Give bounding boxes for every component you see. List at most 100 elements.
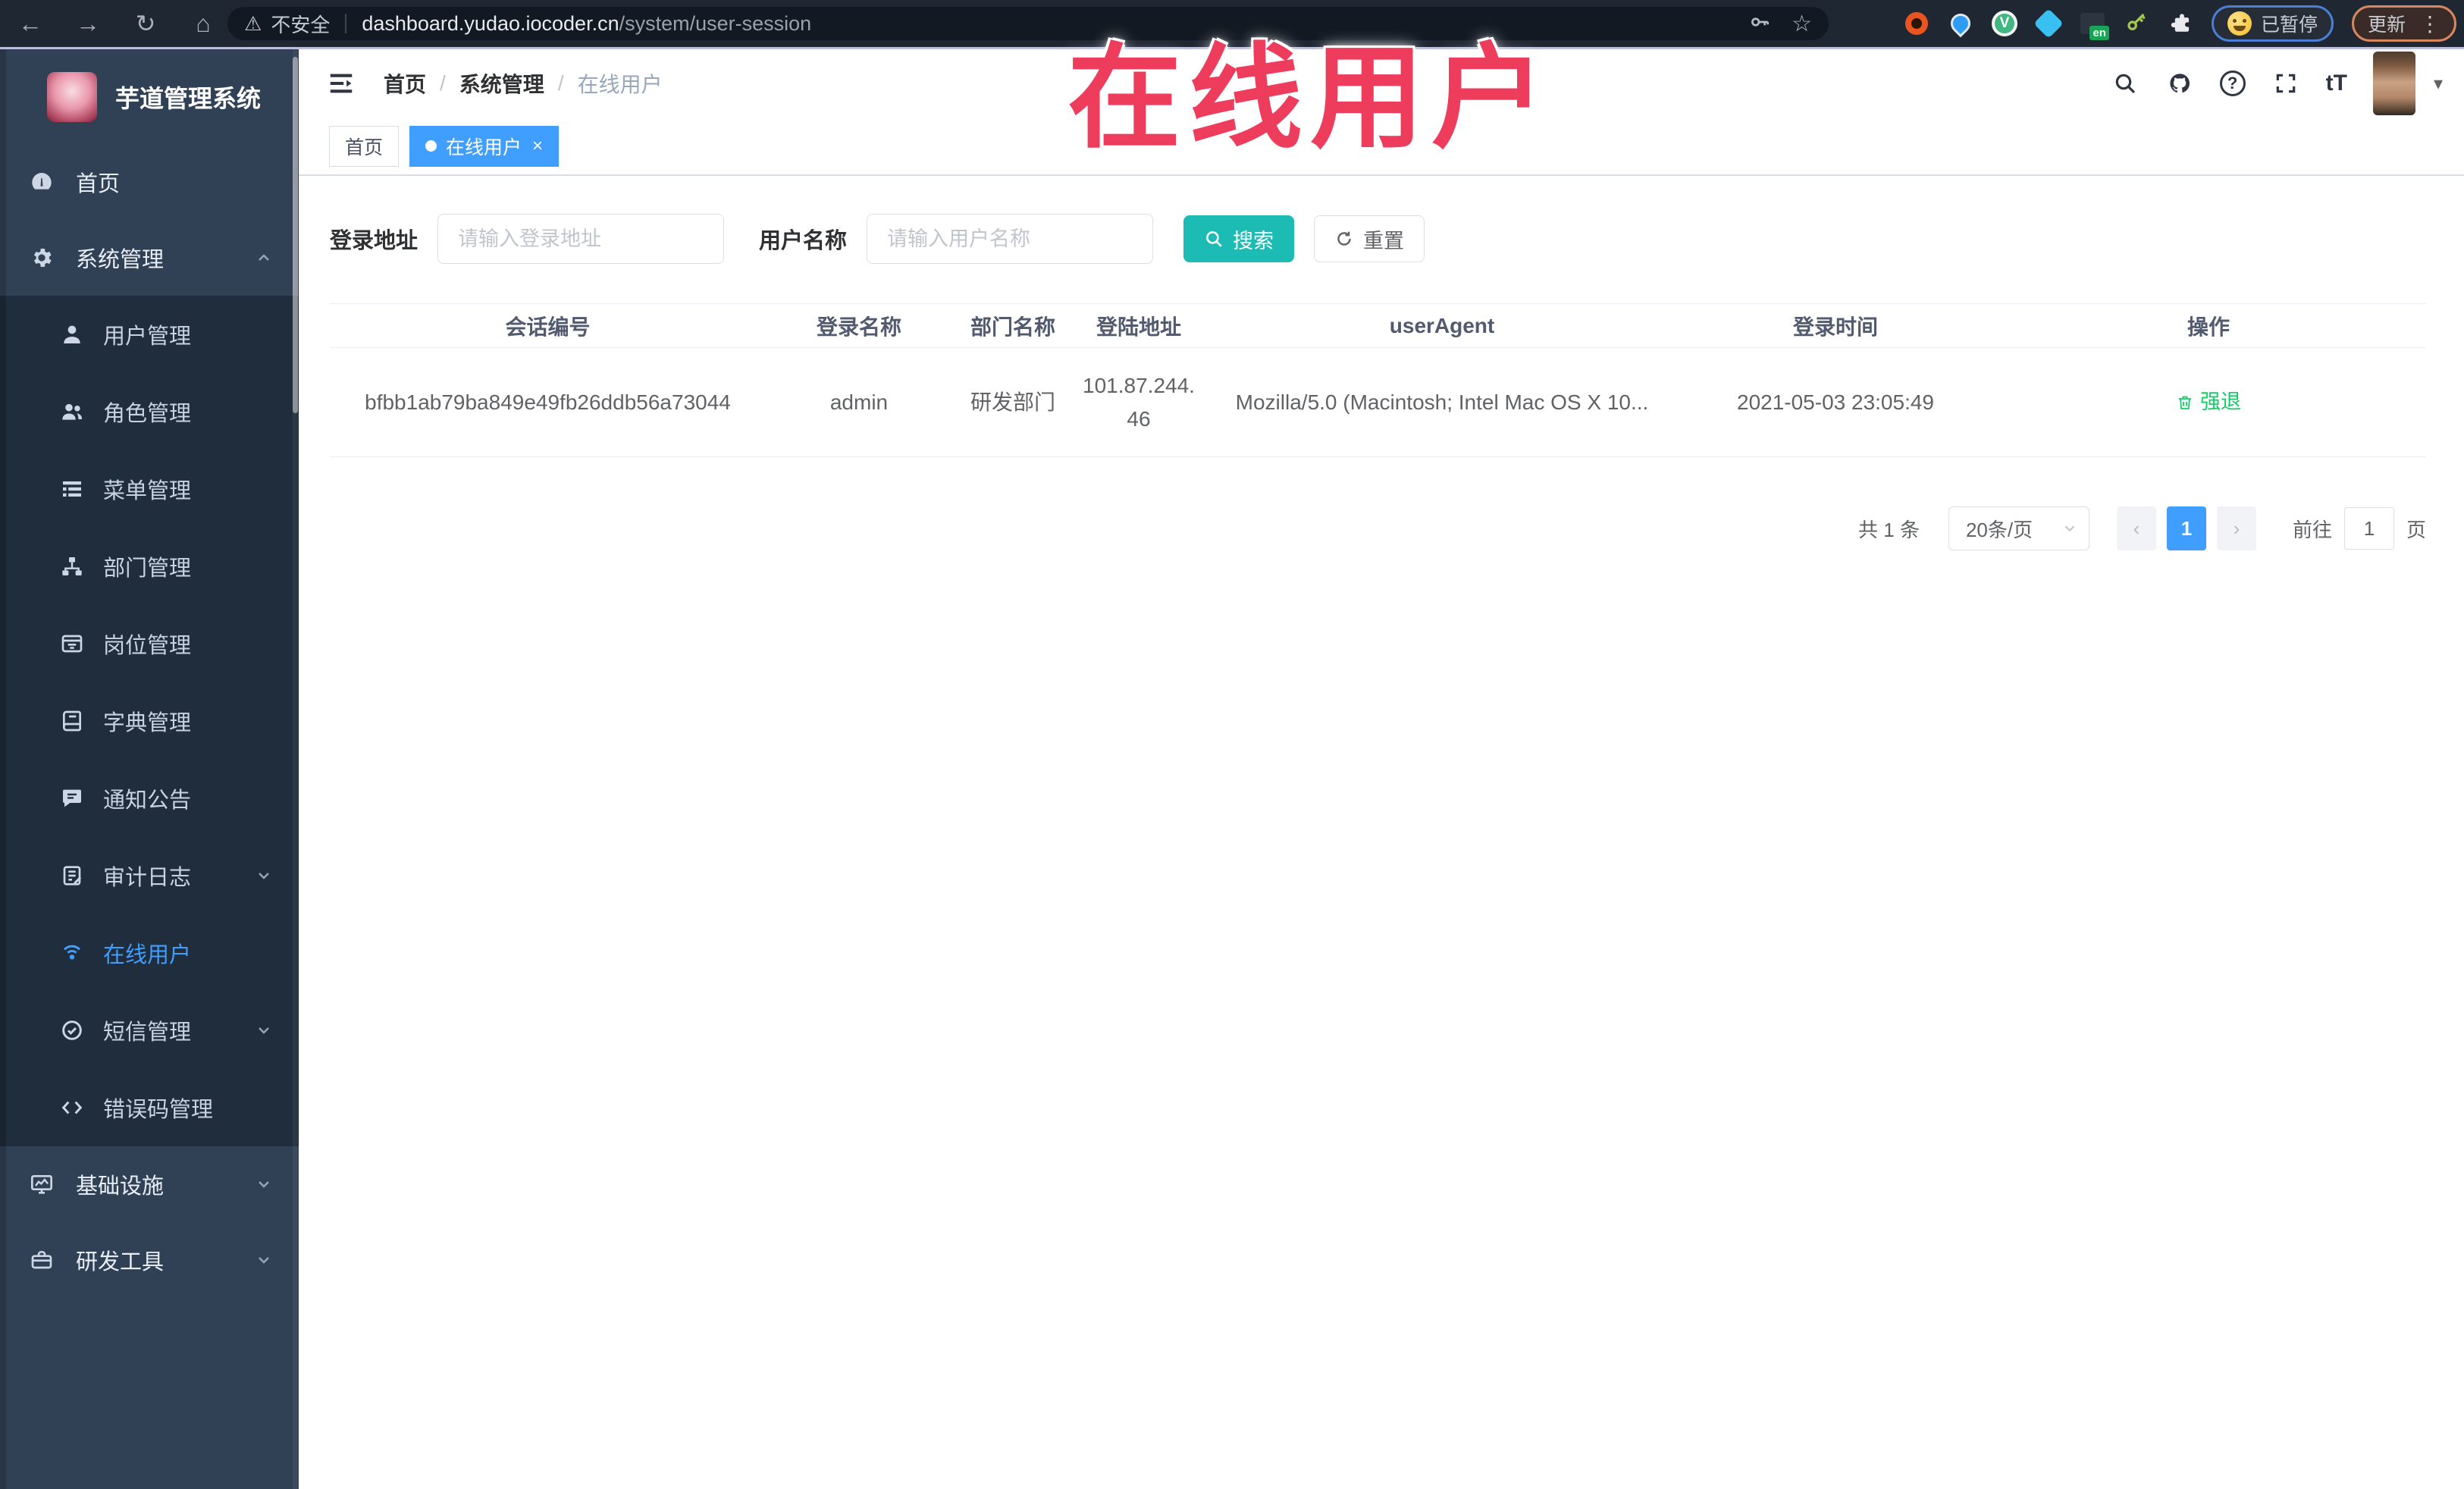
goto-page-input[interactable] [2343, 507, 2394, 550]
address-input[interactable] [437, 214, 725, 264]
forward-icon[interactable]: → [70, 5, 106, 42]
message-icon [59, 785, 85, 811]
active-dot-icon [425, 140, 437, 152]
caret-down-icon[interactable]: ▾ [2434, 73, 2443, 95]
sidebar-item-role-mgmt[interactable]: 角色管理 [0, 373, 299, 450]
breadcrumb-system[interactable]: 系统管理 [459, 68, 544, 99]
vue-devtools-icon[interactable]: V [1991, 11, 2017, 36]
sidebar-item-dept-mgmt[interactable]: 部门管理 [0, 528, 299, 605]
address-bar[interactable]: ⚠ 不安全 dashboard.yudao.iocoder.cn/system/… [227, 7, 1829, 40]
sidebar-item-menu-mgmt[interactable]: 菜单管理 [0, 450, 299, 528]
table-header-row: 会话编号 登录名称 部门名称 登陆地址 userAgent 登录时间 操作 [330, 304, 2426, 348]
username-input[interactable] [867, 214, 1154, 264]
tab-home[interactable]: 首页 [329, 125, 400, 167]
profile-paused-badge[interactable]: 已暂停 [2211, 5, 2334, 42]
help-icon[interactable]: ? [2219, 71, 2246, 96]
sidebar-scrollbar-thumb[interactable] [293, 57, 298, 413]
cell-login-time: 2021-05-03 23:05:49 [1737, 390, 1934, 414]
sms-check-icon [59, 1017, 85, 1043]
page-1-button[interactable]: 1 [2166, 506, 2206, 550]
sidebar-item-audit-log[interactable]: 审计日志 [0, 837, 299, 914]
search-button[interactable]: 搜索 [1183, 215, 1295, 262]
sidebar-item-system[interactable]: 系统管理 [0, 220, 299, 296]
home-icon[interactable]: ⌂ [185, 5, 221, 42]
app-logo [47, 71, 97, 122]
cell-username: admin [829, 390, 889, 414]
cell-user-agent: Mozilla/5.0 (Macintosh; Intel Mac OS X 1… [1235, 390, 1649, 414]
users-icon [59, 399, 85, 425]
sidebar-item-infrastructure[interactable]: 基础设施 [0, 1146, 299, 1222]
book-icon [59, 708, 85, 734]
filter-bar: 登录地址 用户名称 搜索 重置 [330, 214, 1425, 264]
security-label[interactable]: 不安全 [271, 10, 330, 38]
dashboard-icon [29, 169, 55, 195]
font-size-icon[interactable]: tT [2326, 71, 2347, 96]
password-key-icon[interactable] [1748, 10, 1772, 38]
page-size-select[interactable]: 20条/页 [1948, 506, 2089, 550]
menu-dots-icon[interactable]: ⋮ [2419, 11, 2440, 36]
col-ip: 登陆地址 [1096, 315, 1181, 339]
sidebar-item-notice[interactable]: 通知公告 [0, 760, 299, 837]
avatar[interactable] [2372, 52, 2415, 115]
clipboard-log-icon [59, 863, 85, 889]
url-path: /system/user-session [619, 11, 812, 35]
extension-gem-icon[interactable] [2033, 8, 2064, 39]
sidebar-item-online-users[interactable]: 在线用户 [0, 914, 299, 992]
prev-page-button[interactable]: ‹ [2116, 506, 2156, 550]
reload-icon[interactable]: ↻ [127, 5, 164, 42]
cell-session-id: bfbb1ab79ba849e49fb26ddb56a73044 [365, 390, 731, 414]
tab-online-users[interactable]: 在线用户 × [409, 125, 560, 167]
pagination: 共 1 条 20条/页 ‹ 1 › 前往 页 [1858, 506, 2426, 550]
chevron-down-icon [2061, 520, 2078, 537]
sidebar-item-post-mgmt[interactable]: 岗位管理 [0, 605, 299, 682]
breadcrumb-home[interactable]: 首页 [384, 68, 426, 99]
col-user-agent: userAgent [1389, 313, 1495, 337]
bookmark-star-icon[interactable]: ☆ [1792, 11, 1812, 37]
sidebar: 芋道管理系统 首页 系统管理 用户管理 角色管理 菜单管理 部门管理 岗位管理 … [0, 49, 299, 1489]
translator-extension-icon[interactable]: en [2080, 11, 2109, 40]
sidebar-item-home[interactable]: 首页 [0, 144, 299, 220]
github-icon[interactable] [2165, 69, 2194, 98]
warning-icon: ⚠ [244, 11, 262, 35]
next-page-button[interactable]: › [2216, 506, 2256, 550]
emoji-avatar [2227, 11, 2252, 36]
cell-dept: 研发部门 [970, 390, 1055, 414]
extension-pin-icon[interactable] [1946, 9, 1975, 38]
online-icon [59, 940, 85, 966]
code-icon [59, 1095, 85, 1121]
chevron-up-icon [255, 249, 273, 267]
extensions-puzzle-icon[interactable] [2168, 11, 2193, 36]
url-host: dashboard.yudao.iocoder.cn [362, 11, 619, 35]
cell-ip: 101.87.244.46 [1083, 374, 1195, 431]
table-row: bfbb1ab79ba849e49fb26ddb56a73044 admin 研… [330, 348, 2426, 457]
key-extension-icon[interactable] [2124, 11, 2149, 36]
col-session-id: 会话编号 [505, 315, 591, 339]
sidebar-item-dev-tools[interactable]: 研发工具 [0, 1222, 299, 1298]
back-icon[interactable]: ← [12, 5, 49, 42]
page-unit-label: 页 [2406, 518, 2426, 541]
breadcrumb-separator: / [557, 71, 564, 95]
app-logo-row[interactable]: 芋道管理系统 [0, 49, 299, 144]
chevron-down-icon [255, 1021, 273, 1039]
extension-orange-icon[interactable] [1904, 11, 1930, 36]
close-icon[interactable]: × [532, 136, 543, 157]
fullscreen-icon[interactable] [2271, 69, 2300, 98]
cell-actions: 强退 [1991, 348, 2426, 456]
search-icon[interactable] [2111, 69, 2140, 98]
sidebar-item-user-mgmt[interactable]: 用户管理 [0, 296, 299, 373]
hamburger-icon[interactable] [326, 69, 356, 98]
col-actions: 操作 [2187, 315, 2230, 339]
sidebar-item-sms-mgmt[interactable]: 短信管理 [0, 992, 299, 1069]
user-icon [59, 321, 85, 347]
system-submenu: 用户管理 角色管理 菜单管理 部门管理 岗位管理 字典管理 通知公告 审计日志 … [0, 296, 299, 1146]
col-login-time: 登录时间 [1792, 315, 1878, 339]
gear-icon [29, 245, 55, 271]
divider [345, 14, 347, 33]
chrome-update-button[interactable]: 更新 ⋮ [2351, 5, 2456, 42]
sidebar-item-error-code[interactable]: 错误码管理 [0, 1069, 299, 1146]
org-tree-icon [59, 553, 85, 579]
reset-button[interactable]: 重置 [1314, 215, 1425, 262]
annotation-overlay-text: 在线用户 [1067, 34, 1553, 161]
force-logout-button[interactable]: 强退 [2176, 387, 2241, 418]
sidebar-item-dict-mgmt[interactable]: 字典管理 [0, 682, 299, 760]
